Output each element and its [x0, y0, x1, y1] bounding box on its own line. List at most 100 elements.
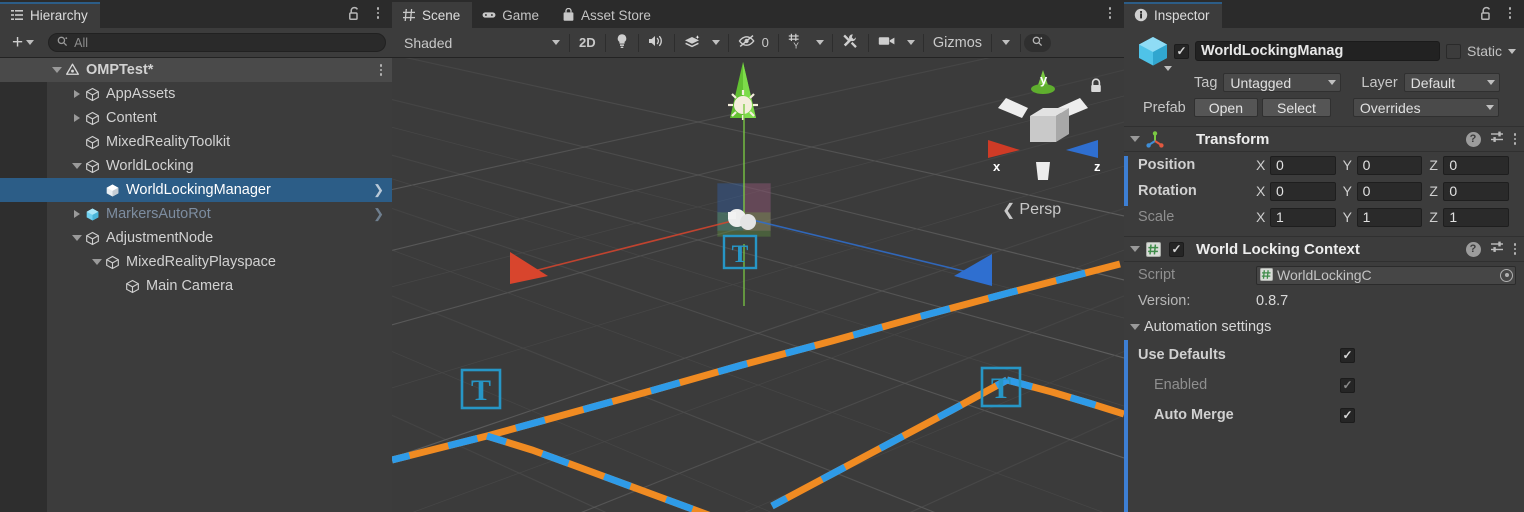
- foldout-toggle[interactable]: [50, 63, 64, 77]
- kebab-menu-icon[interactable]: [1102, 4, 1118, 22]
- component-tools-button[interactable]: [836, 32, 865, 53]
- auto-merge-checkbox[interactable]: [1340, 407, 1355, 423]
- tree-row-mixedrealitytoolkit[interactable]: MixedRealityToolkit: [0, 130, 392, 154]
- lock-open-icon[interactable]: [1478, 4, 1494, 22]
- scene-camera-button[interactable]: [872, 32, 902, 53]
- foldout-toggle[interactable]: [1130, 246, 1140, 252]
- axis-x-label: X: [1256, 209, 1266, 225]
- transform-scale-y-input[interactable]: 1: [1356, 207, 1423, 227]
- foldout-toggle[interactable]: [90, 255, 104, 269]
- transform-rotation-x-input[interactable]: 0: [1270, 181, 1336, 201]
- hidden-count-label: 0: [761, 35, 769, 50]
- toggle-2d-button[interactable]: 2D: [573, 32, 602, 53]
- effects-dropdown[interactable]: [707, 32, 725, 53]
- foldout-toggle[interactable]: [70, 87, 84, 101]
- scene-search-button[interactable]: [1024, 33, 1052, 52]
- tree-row-scene[interactable]: OMPTest*: [0, 58, 392, 82]
- create-gameobject-button[interactable]: +: [8, 33, 38, 52]
- foldout-toggle[interactable]: [70, 231, 84, 245]
- projection-mode[interactable]: ❮ Persp: [1002, 200, 1061, 220]
- script-row: Script WorldLockingC: [1124, 262, 1524, 288]
- search-input[interactable]: All: [48, 33, 386, 52]
- component-header-world-locking-context[interactable]: World Locking Context ?: [1124, 236, 1524, 262]
- tree-row-worldlockingmanager[interactable]: WorldLockingManager ❯: [0, 178, 392, 202]
- use-defaults-checkbox[interactable]: [1340, 347, 1355, 363]
- foldout-toggle[interactable]: [1130, 324, 1140, 330]
- prefab-select-button[interactable]: Select: [1261, 98, 1331, 117]
- script-value: WorldLockingC: [1277, 267, 1372, 283]
- layer-dropdown[interactable]: Default: [1403, 73, 1500, 92]
- component-header-transform[interactable]: Transform ?: [1124, 126, 1524, 152]
- effects-toggle-button[interactable]: [678, 32, 707, 53]
- help-icon[interactable]: ?: [1465, 241, 1481, 257]
- transform-position-x-input[interactable]: 0: [1270, 155, 1336, 175]
- tab-game[interactable]: Game: [472, 2, 551, 28]
- kebab-menu-icon[interactable]: [1513, 243, 1516, 255]
- draw-mode-dropdown[interactable]: Shaded: [396, 32, 566, 53]
- tree-row-worldlocking[interactable]: WorldLocking: [0, 154, 392, 178]
- lighting-toggle-button[interactable]: [609, 32, 635, 53]
- lock-open-icon[interactable]: [346, 4, 362, 22]
- grid-snap-dropdown[interactable]: [811, 32, 829, 53]
- lock-closed-icon[interactable]: [1089, 78, 1104, 94]
- tools-icon: [842, 33, 859, 52]
- foldout-toggle[interactable]: [1130, 136, 1140, 142]
- foldout-toggle[interactable]: [70, 111, 84, 125]
- transform-position-z-input[interactable]: 0: [1443, 155, 1510, 175]
- prefab-icon[interactable]: [1136, 34, 1172, 71]
- tree-row-content[interactable]: Content: [0, 106, 392, 130]
- chevron-right-icon[interactable]: ❯: [373, 182, 384, 198]
- scene-viewport[interactable]: T T T y x z ❮ Persp: [392, 58, 1124, 512]
- kebab-menu-icon[interactable]: [379, 64, 382, 76]
- help-icon[interactable]: ?: [1465, 131, 1481, 147]
- tag-dropdown[interactable]: Untagged: [1223, 73, 1342, 92]
- transform-position-y-input[interactable]: 0: [1356, 155, 1423, 175]
- hidden-objects-button[interactable]: 0: [732, 32, 775, 53]
- automation-settings-foldout[interactable]: Automation settings: [1124, 314, 1524, 340]
- gizmos-button[interactable]: Gizmos: [927, 32, 988, 53]
- transform-scale-z-input[interactable]: 1: [1443, 207, 1510, 227]
- audio-toggle-button[interactable]: [642, 32, 671, 53]
- transform-scale-x-input[interactable]: 1: [1270, 207, 1336, 227]
- gameobject-name-input[interactable]: WorldLockingManag: [1195, 41, 1440, 61]
- gameobject-enabled-checkbox[interactable]: [1174, 43, 1189, 59]
- kebab-menu-icon[interactable]: [1502, 4, 1518, 22]
- gizmos-label: Gizmos: [932, 34, 983, 51]
- gameobject-icon: [84, 110, 101, 127]
- object-picker-icon[interactable]: [1500, 268, 1513, 282]
- tree-row-main-camera[interactable]: Main Camera: [0, 274, 392, 298]
- enabled-checkbox[interactable]: [1340, 377, 1355, 393]
- prefab-open-button[interactable]: Open: [1193, 98, 1258, 117]
- foldout-toggle[interactable]: [70, 159, 84, 173]
- transform-rotation-z-input[interactable]: 0: [1443, 181, 1510, 201]
- grid-snap-button[interactable]: Y: [782, 32, 811, 53]
- tree-row-appassets[interactable]: AppAssets: [0, 82, 392, 106]
- tab-asset-store[interactable]: Asset Store: [551, 2, 663, 28]
- transform-rotation-y-input[interactable]: 0: [1356, 181, 1423, 201]
- preset-sliders-icon[interactable]: [1490, 130, 1505, 149]
- static-checkbox[interactable]: [1445, 43, 1461, 59]
- foldout-toggle[interactable]: [70, 207, 84, 221]
- tab-hierarchy[interactable]: Hierarchy: [0, 2, 100, 28]
- tab-inspector[interactable]: Inspector: [1124, 2, 1222, 28]
- scene-camera-dropdown[interactable]: [902, 32, 920, 53]
- chevron-down-icon[interactable]: [1164, 66, 1172, 71]
- kebab-menu-icon[interactable]: [1513, 133, 1516, 145]
- preset-sliders-icon[interactable]: [1490, 240, 1505, 259]
- shopping-bag-icon: [561, 8, 575, 22]
- tree-row-markersautorot[interactable]: MarkersAutoRot ❯: [0, 202, 392, 226]
- prefab-overrides-dropdown[interactable]: Overrides: [1352, 98, 1499, 117]
- info-icon: [1134, 8, 1148, 22]
- tree-row-adjustmentnode[interactable]: AdjustmentNode: [0, 226, 392, 250]
- use-defaults-label: Use Defaults: [1138, 347, 1226, 363]
- chevron-right-icon[interactable]: ❯: [373, 206, 384, 222]
- gizmos-dropdown[interactable]: [995, 32, 1017, 53]
- chevron-down-icon[interactable]: [1508, 48, 1516, 54]
- component-enabled-checkbox[interactable]: [1169, 241, 1184, 257]
- lightbulb-icon: [615, 33, 629, 52]
- tree-row-mixedrealityplayspace[interactable]: MixedRealityPlayspace: [0, 250, 392, 274]
- script-object-field[interactable]: WorldLockingC: [1256, 265, 1516, 285]
- tab-scene[interactable]: Scene: [392, 2, 473, 28]
- kebab-menu-icon[interactable]: [370, 4, 386, 22]
- chevron-down-icon: [711, 40, 720, 45]
